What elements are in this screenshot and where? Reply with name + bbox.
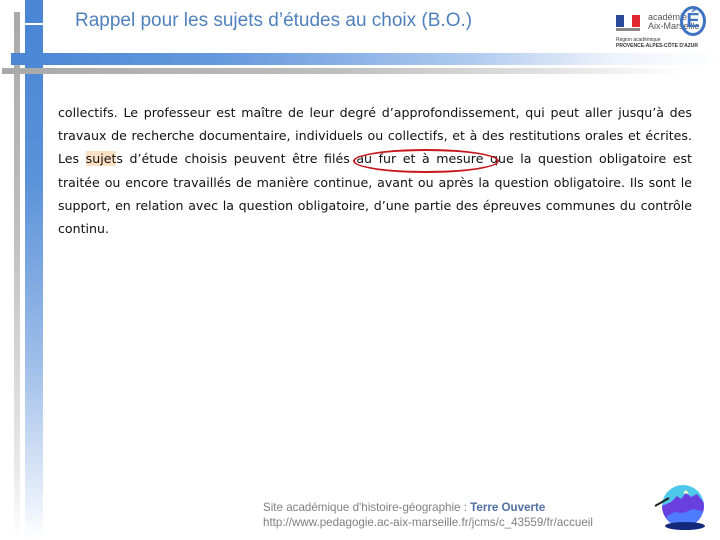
decorative-blue-horizontal-bar [11, 53, 720, 65]
slide-title: Rappel pour les sujets d’études au choix… [75, 10, 473, 31]
decorative-blue-vertical-bar-top [25, 0, 43, 23]
french-flag-icon [616, 15, 640, 27]
footer-site-label: Site académique d'histoire-géographie : [263, 501, 471, 514]
footer-site-line: Site académique d'histoire-géographie : … [263, 500, 593, 515]
region-line2: PROVENCE-ALPES-CÔTE D'AZUR [616, 43, 699, 49]
republique-caption [616, 28, 640, 31]
footer-url[interactable]: http://www.pedagogie.ac-aix-marseille.fr… [263, 515, 593, 530]
academie-logo: académie Aix-Marseille É Région académiq… [612, 4, 712, 52]
footer: Site académique d'histoire-géographie : … [263, 500, 593, 530]
quoted-text-block: collectifs. Le professeur est maître de … [58, 101, 692, 240]
quoted-paragraph: collectifs. Le professeur est maître de … [58, 101, 692, 240]
academie-e-icon: É [680, 6, 706, 36]
text-after-highlight: s d’étude choisis peuvent [116, 151, 293, 167]
decorative-gray-vertical-bar [14, 12, 20, 540]
circled-phrase: être filés au fur [292, 151, 397, 167]
decorative-blue-vertical-bar [25, 25, 43, 540]
region-caption: Région académique PROVENCE-ALPES-CÔTE D'… [616, 37, 698, 49]
footer-site-name: Terre Ouverte [470, 501, 546, 514]
highlighted-word: sujet [85, 151, 117, 167]
terre-ouverte-logo-icon [654, 485, 705, 530]
decorative-gray-horizontal-bar [2, 68, 720, 74]
